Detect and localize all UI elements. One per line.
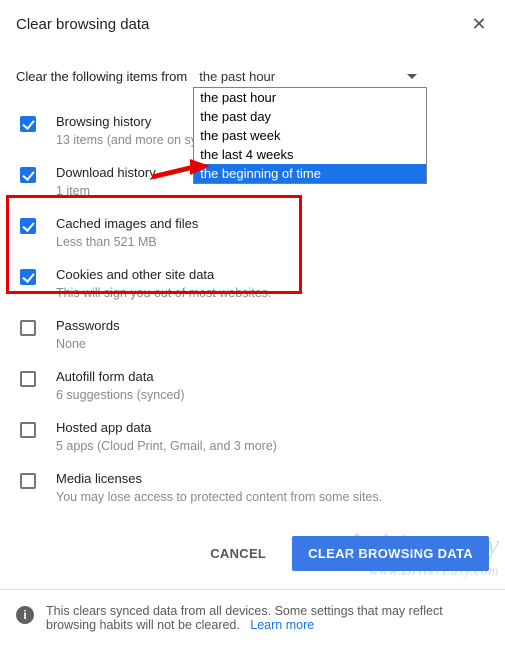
checkbox[interactable]: [20, 320, 36, 336]
dropdown-selected[interactable]: the past hour: [195, 65, 425, 88]
item-title: Download history: [56, 165, 156, 184]
checkbox[interactable]: [20, 218, 36, 234]
dropdown-option[interactable]: the last 4 weeks: [194, 145, 426, 164]
dropdown-option[interactable]: the beginning of time: [194, 164, 426, 183]
item-subtitle: This will sign you out of most websites.: [56, 286, 271, 300]
item-subtitle: 5 apps (Cloud Print, Gmail, and 3 more): [56, 439, 277, 453]
dialog-title: Clear browsing data: [16, 16, 489, 51]
data-type-row: Hosted app data5 apps (Cloud Print, Gmai…: [16, 412, 489, 463]
data-type-row: Media licensesYou may lose access to pro…: [16, 463, 489, 514]
data-type-row: Autofill form data6 suggestions (synced): [16, 361, 489, 412]
time-range-dropdown[interactable]: the past hour the past hourthe past dayt…: [195, 65, 425, 88]
data-type-row: PasswordsNone: [16, 310, 489, 361]
footer-text: This clears synced data from all devices…: [46, 604, 443, 632]
item-title: Cached images and files: [56, 216, 198, 235]
checkbox[interactable]: [20, 116, 36, 132]
dropdown-list: the past hourthe past daythe past weekth…: [193, 87, 427, 184]
data-type-row: Cookies and other site dataThis will sig…: [16, 259, 489, 310]
info-icon: i: [16, 606, 34, 624]
clear-browsing-data-dialog: Clear browsing data ✕ Clear the followin…: [0, 0, 505, 514]
dropdown-option[interactable]: the past week: [194, 126, 426, 145]
dropdown-option[interactable]: the past day: [194, 107, 426, 126]
from-label: Clear the following items from: [16, 69, 187, 84]
clear-browsing-data-button[interactable]: CLEAR BROWSING DATA: [292, 536, 489, 571]
item-title: Autofill form data: [56, 369, 185, 388]
footer-text-wrap: This clears synced data from all devices…: [46, 604, 489, 632]
chevron-down-icon: [407, 74, 417, 79]
learn-more-link[interactable]: Learn more: [250, 618, 314, 632]
item-subtitle: Less than 521 MB: [56, 235, 198, 249]
item-subtitle: 1 item: [56, 184, 156, 198]
dropdown-option[interactable]: the past hour: [194, 88, 426, 107]
item-title: Cookies and other site data: [56, 267, 271, 286]
checkbox[interactable]: [20, 422, 36, 438]
dropdown-selected-text: the past hour: [199, 69, 275, 84]
item-subtitle: You may lose access to protected content…: [56, 490, 382, 504]
item-subtitle: None: [56, 337, 120, 351]
close-icon[interactable]: ✕: [467, 12, 491, 36]
time-range-row: Clear the following items from the past …: [16, 51, 489, 98]
checkbox[interactable]: [20, 473, 36, 489]
item-title: Media licenses: [56, 471, 382, 490]
cancel-button[interactable]: CANCEL: [194, 536, 282, 571]
item-subtitle: 6 suggestions (synced): [56, 388, 185, 402]
checkbox[interactable]: [20, 167, 36, 183]
data-type-row: Cached images and filesLess than 521 MB: [16, 208, 489, 259]
item-title: Hosted app data: [56, 420, 277, 439]
item-title: Passwords: [56, 318, 120, 337]
dialog-footer: i This clears synced data from all devic…: [0, 589, 505, 648]
dialog-actions: CANCEL CLEAR BROWSING DATA: [0, 514, 505, 589]
checkbox[interactable]: [20, 269, 36, 285]
checkbox[interactable]: [20, 371, 36, 387]
